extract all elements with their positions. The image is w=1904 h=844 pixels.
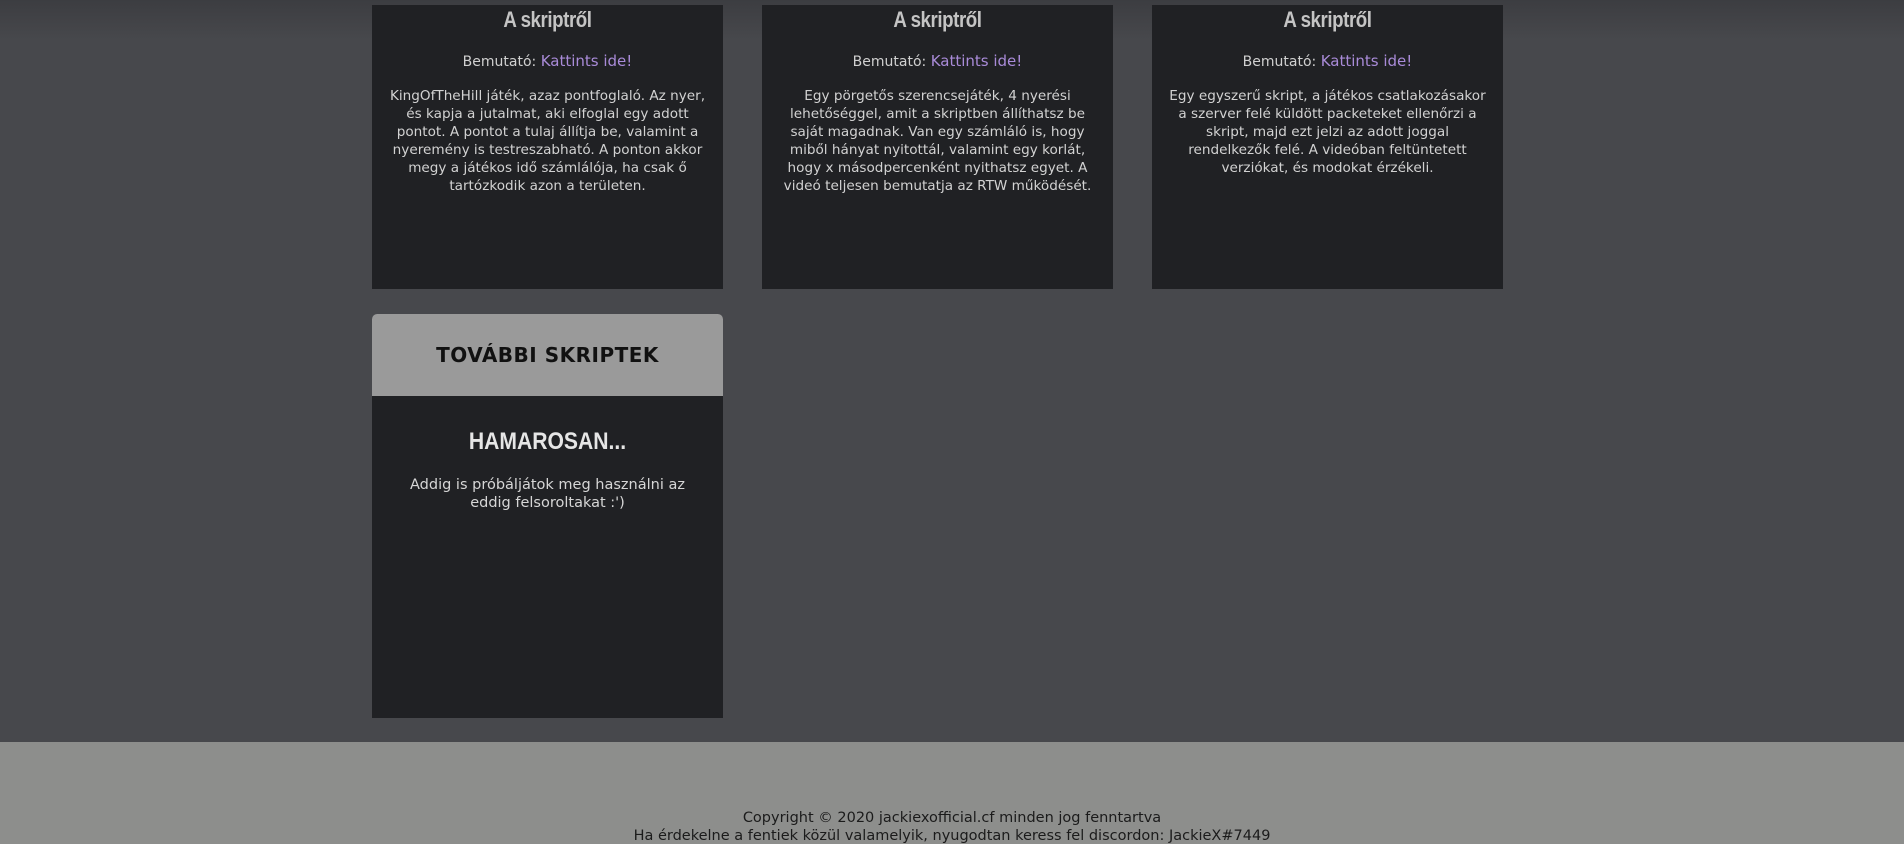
demo-row: Bemutató: Kattints ide!: [762, 52, 1113, 70]
demo-row: Bemutató: Kattints ide!: [372, 52, 723, 70]
demo-row: Bemutató: Kattints ide!: [1152, 52, 1503, 70]
demo-label: Bemutató:: [852, 54, 927, 70]
card-description: Egy egyszerű skript, a játékos csatlakoz…: [1169, 88, 1486, 176]
script-card-koth: A skriptről Bemutató: Kattints ide! King…: [372, 5, 723, 289]
demo-link[interactable]: Kattints ide!: [541, 52, 633, 70]
card-title: A skriptről: [503, 7, 592, 32]
more-scripts-header: TOVÁBBI SKRIPTEK: [372, 314, 723, 396]
demo-link[interactable]: Kattints ide!: [931, 52, 1023, 70]
demo-label: Bemutató:: [462, 54, 537, 70]
more-scripts-card: TOVÁBBI SKRIPTEK HAMAROSAN... Addig is p…: [372, 314, 723, 718]
script-card-modcheck: A skriptről Bemutató: Kattints ide! Egy …: [1152, 5, 1503, 289]
card-description: KingOfTheHill játék, azaz pontfoglaló. A…: [389, 88, 706, 194]
demo-label: Bemutató:: [1242, 54, 1317, 70]
script-card-rtw: A skriptről Bemutató: Kattints ide! Egy …: [762, 5, 1113, 289]
card-description: Egy pörgetős szerencsejáték, 4 nyerési l…: [783, 88, 1092, 194]
coming-soon-title: HAMAROSAN...: [468, 428, 627, 455]
demo-link[interactable]: Kattints ide!: [1321, 52, 1413, 70]
footer-contact: Ha érdekelne a fentiek közül valamelyik,…: [633, 828, 1271, 844]
footer-copyright: Copyright © 2020 jackiexofficial.cf mind…: [742, 810, 1162, 826]
more-scripts-heading: TOVÁBBI SKRIPTEK: [436, 343, 659, 367]
page: A skriptről Bemutató: Kattints ide! King…: [0, 0, 1904, 844]
card-title: A skriptről: [893, 7, 982, 32]
coming-soon-text: Addig is próbáljátok meg használni az ed…: [410, 477, 685, 511]
footer: Copyright © 2020 jackiexofficial.cf mind…: [0, 742, 1904, 844]
card-title: A skriptről: [1283, 7, 1372, 32]
